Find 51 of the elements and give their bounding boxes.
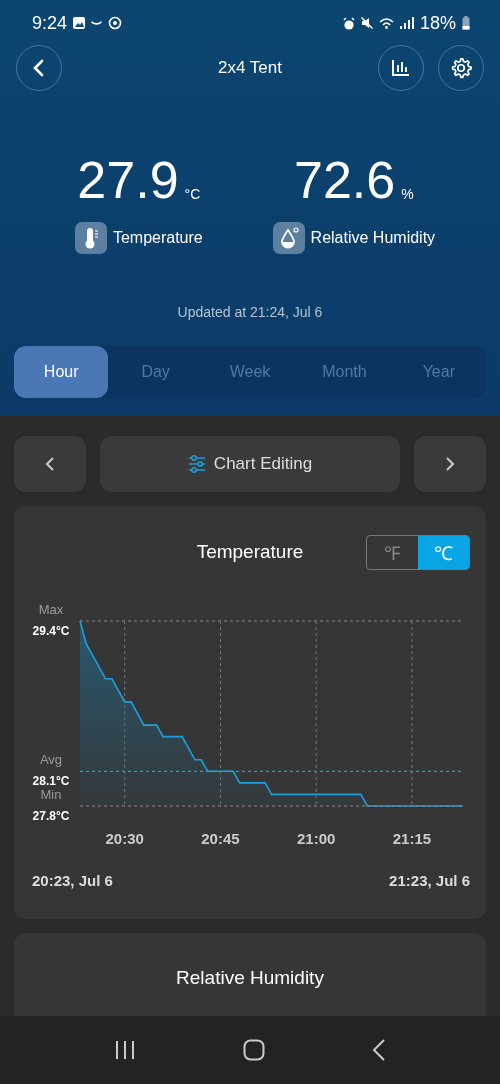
- y-axis-label: 27.8°C: [32, 809, 70, 823]
- period-tab[interactable]: Month: [297, 346, 392, 398]
- mute-icon: [360, 17, 373, 29]
- chart-title: Temperature: [196, 541, 304, 563]
- settings-icon: [450, 57, 472, 79]
- reading-unit: °C: [184, 186, 201, 204]
- sliders-icon: [187, 455, 206, 473]
- chart-editing-button[interactable]: Chart Editing: [100, 436, 400, 492]
- status-time: 9:24: [32, 12, 68, 34]
- chevron-left-icon: [45, 457, 55, 471]
- y-axis-label: 28.1°C: [32, 774, 70, 789]
- battery-icon: [462, 16, 470, 30]
- battery-level: 18%: [419, 12, 456, 34]
- y-axis-label: 29.4°C: [32, 624, 70, 638]
- alarm-icon: [342, 16, 355, 30]
- reading-value: 72.6: [294, 152, 396, 208]
- home-icon[interactable]: [243, 1039, 265, 1061]
- period-tab[interactable]: Day: [108, 346, 203, 398]
- smile-curve-icon: [91, 20, 103, 26]
- updated-time: Updated at 21:24, Jul 6: [176, 304, 324, 320]
- bar-chart-icon: [391, 59, 411, 77]
- stat-label: Max: [38, 602, 64, 617]
- unit-option[interactable]: ℃: [418, 536, 469, 569]
- stat-label: Min: [40, 787, 62, 802]
- circle-icon: [108, 16, 123, 30]
- unit-option[interactable]: ℉: [367, 536, 418, 569]
- thermometer-icon: [74, 222, 107, 254]
- range-end: 21:23, Jul 6: [389, 872, 470, 889]
- period-tab[interactable]: Hour: [14, 346, 109, 398]
- image-icon: [73, 17, 86, 29]
- stat-label: Avg: [39, 752, 63, 768]
- chevron-right-icon: [445, 457, 455, 471]
- wifi-icon: [378, 17, 394, 29]
- chart-title: Relative Humidity: [176, 967, 324, 990]
- reading-unit: %: [401, 186, 414, 204]
- reading-label: Temperature: [112, 229, 203, 247]
- signal-icon: [399, 17, 414, 29]
- chevron-left-icon: [32, 59, 46, 77]
- reading-value: 27.9: [77, 152, 179, 208]
- period-tab[interactable]: Week: [202, 346, 298, 398]
- period-tab[interactable]: Year: [391, 346, 487, 398]
- x-axis-label: 21:15: [392, 830, 432, 847]
- reading-label: Relative Humidity: [310, 229, 436, 247]
- x-axis-label: 20:30: [105, 830, 144, 847]
- device-title: 2x4 Tent: [217, 58, 283, 78]
- x-axis-label: 20:45: [201, 830, 240, 847]
- x-axis-label: 21:00: [297, 830, 336, 847]
- recent-apps-icon[interactable]: [113, 1040, 136, 1060]
- droplet-icon: [272, 222, 305, 254]
- back-icon[interactable]: [372, 1039, 387, 1061]
- range-start: 20:23, Jul 6: [32, 872, 113, 889]
